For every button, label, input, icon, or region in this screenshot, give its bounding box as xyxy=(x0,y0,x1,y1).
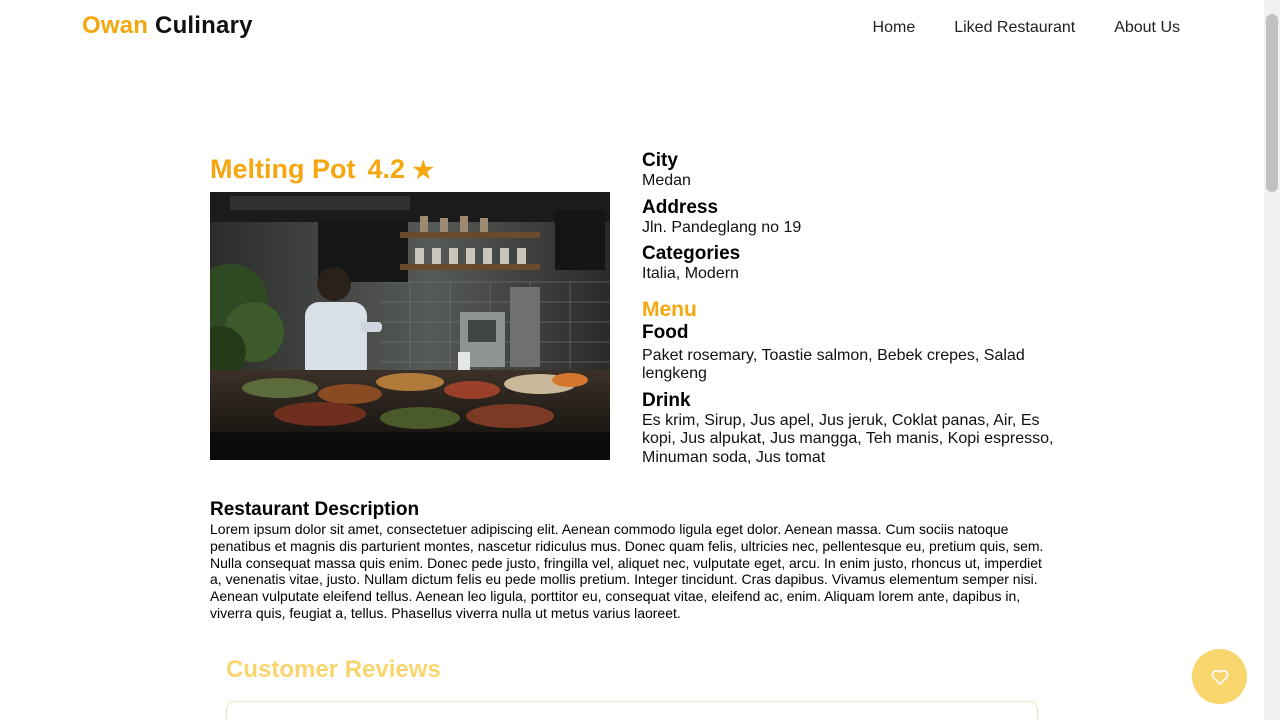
brand-accent: Owan xyxy=(82,12,149,39)
star-icon: ★ xyxy=(412,157,435,184)
description-label: Restaurant Description xyxy=(210,499,420,520)
nav-liked-restaurant[interactable]: Liked Restaurant xyxy=(954,19,1075,37)
brand-logo[interactable]: Owan Culinary xyxy=(82,12,253,40)
drink-label: Drink xyxy=(642,389,691,411)
description-text: Lorem ipsum dolor sit amet, consectetuer… xyxy=(210,521,1044,621)
restaurant-name: Melting Pot xyxy=(210,154,356,184)
brand-rest: Culinary xyxy=(155,12,253,39)
nav-home[interactable]: Home xyxy=(873,19,916,37)
food-label: Food xyxy=(642,321,689,343)
navbar: Owan Culinary Home Liked Restaurant Abou… xyxy=(0,0,1264,60)
rating-value: 4.2 xyxy=(367,154,406,184)
city-value: Medan xyxy=(642,172,691,189)
review-card xyxy=(226,701,1038,720)
menu-title: Menu xyxy=(642,297,697,321)
restaurant-photo xyxy=(210,192,610,460)
address-label: Address xyxy=(642,196,719,218)
restaurant-info: City Medan Address Jln. Pandeglang no 19… xyxy=(642,150,1062,473)
heart-icon xyxy=(1211,669,1228,685)
address-value: Jln. Pandeglang no 19 xyxy=(642,218,802,236)
categories-label: Categories xyxy=(642,243,741,264)
restaurant-photo-illustration xyxy=(210,192,610,460)
city-label: City xyxy=(642,150,678,171)
customer-reviews-title: Customer Reviews xyxy=(226,656,441,683)
page-scrollbar[interactable] xyxy=(1264,0,1280,720)
nav-about-us[interactable]: About Us xyxy=(1114,19,1180,37)
restaurant-description: Restaurant Description Lorem ipsum dolor… xyxy=(210,499,1055,622)
categories-value: Italia, Modern xyxy=(642,265,739,282)
restaurant-rating: 4.2 ★ xyxy=(367,154,434,185)
restaurant-heading: Melting Pot 4.2 ★ xyxy=(210,154,434,185)
scrollbar-thumb[interactable] xyxy=(1266,14,1278,192)
food-list: Paket rosemary, Toastie salmon, Bebek cr… xyxy=(642,346,1025,383)
drink-list: Es krim, Sirup, Jus apel, Jus jeruk, Cok… xyxy=(642,411,1054,466)
favorite-button[interactable] xyxy=(1192,649,1247,704)
main-nav: Home Liked Restaurant About Us xyxy=(873,19,1180,37)
